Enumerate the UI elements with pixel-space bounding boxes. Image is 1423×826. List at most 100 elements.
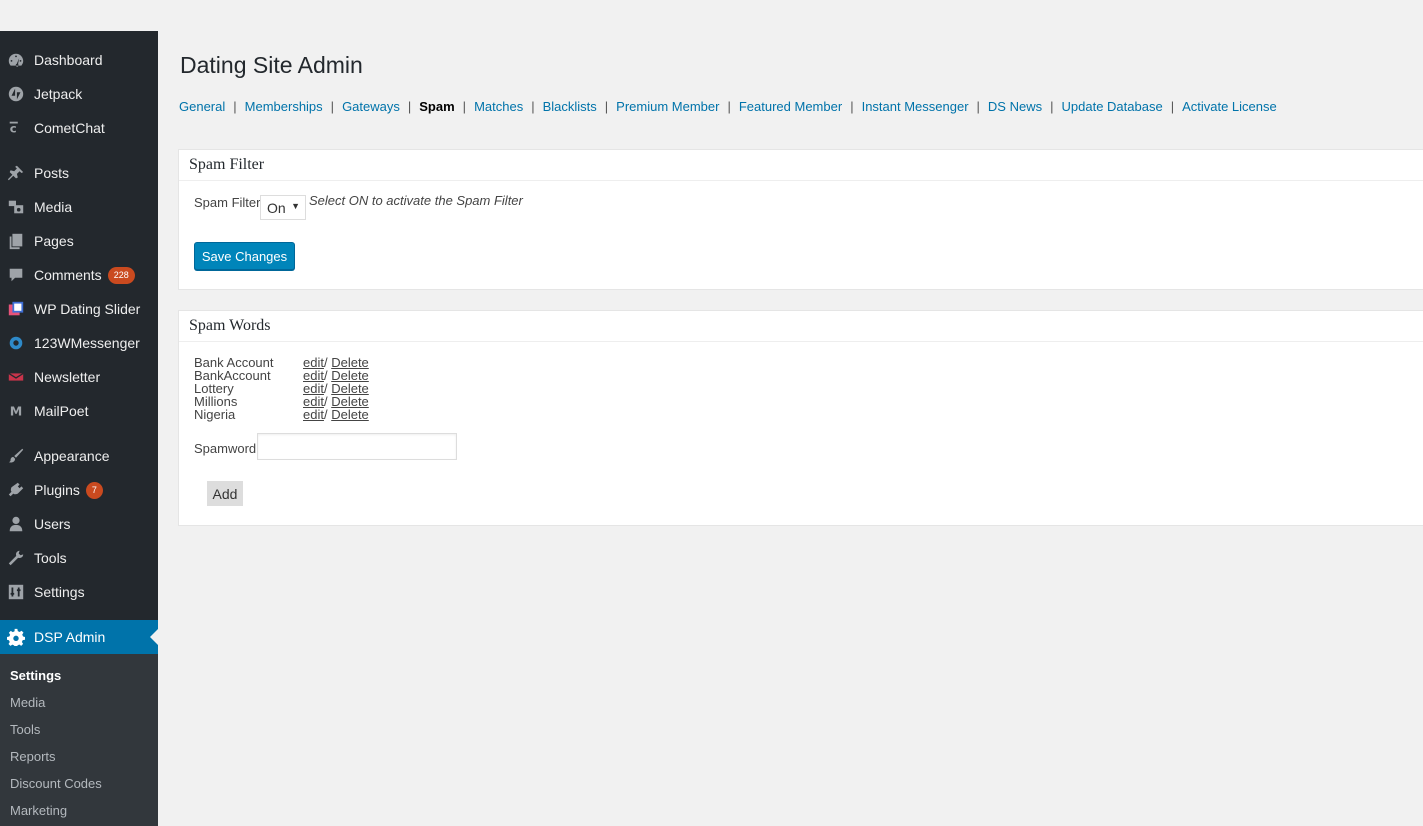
tab-instant-messenger[interactable]: Instant Messenger <box>862 99 969 114</box>
slider-icon <box>6 299 26 319</box>
sidebar-item-comments[interactable]: Comments 228 <box>0 258 158 292</box>
sidebar-item-label: Jetpack <box>34 86 83 102</box>
sidebar-item-cometchat[interactable]: c CometChat <box>0 111 158 145</box>
cometchat-icon: c <box>6 118 26 138</box>
edit-link[interactable]: edit <box>303 407 324 422</box>
submenu-item-discount-codes[interactable]: Discount Codes <box>10 776 102 791</box>
tab-premium-member[interactable]: Premium Member <box>616 99 719 114</box>
media-icon <box>6 197 26 217</box>
spam-filter-label: Spam Filter <box>194 195 261 210</box>
subnav-separator: | <box>727 99 731 114</box>
sidebar-item-dsp-admin[interactable]: DSP Admin <box>0 620 158 654</box>
submenu-item-reports[interactable]: Reports <box>10 749 56 764</box>
settings-icon <box>6 582 26 602</box>
spam-words-panel: Spam Words Bank Account edit/ Delete Ban… <box>178 310 1423 526</box>
subnav-separator: | <box>407 99 412 114</box>
tab-blacklists[interactable]: Blacklists <box>543 99 597 114</box>
spam-filter-select[interactable]: On ▼ <box>260 195 306 220</box>
sidebar-item-label: WP Dating Slider <box>34 301 141 317</box>
sidebar-item-label: 123WMessenger <box>34 335 140 351</box>
spam-word: Nigeria <box>194 407 236 422</box>
sidebar-item-label: Users <box>34 516 71 532</box>
svg-text:c: c <box>10 122 17 136</box>
admin-bar <box>0 0 1423 31</box>
page-title: Dating Site Admin <box>180 52 363 78</box>
sidebar-item-users[interactable]: Users <box>0 507 158 541</box>
tab-gateways[interactable]: Gateways <box>342 99 400 114</box>
save-changes-button[interactable]: Save Changes <box>194 242 295 270</box>
sidebar-item-jetpack[interactable]: Jetpack <box>0 77 158 111</box>
sidebar-item-mailpoet[interactable]: M MailPoet <box>0 394 158 428</box>
tab-activate-license[interactable]: Activate License <box>1182 99 1277 114</box>
add-button[interactable]: Add <box>207 481 243 506</box>
tab-featured-member[interactable]: Featured Member <box>739 99 842 114</box>
sidebar-item-wp-dating-slider[interactable]: WP Dating Slider <box>0 292 158 326</box>
sidebar-item-label: Appearance <box>34 448 110 464</box>
spam-filter-panel: Spam Filter Spam Filter On ▼ Select ON t… <box>178 149 1423 290</box>
sidebar-item-label: DSP Admin <box>34 629 106 645</box>
sidebar-item-settings[interactable]: Settings <box>0 575 158 609</box>
subnav-separator: | <box>976 99 980 114</box>
tab-general[interactable]: General <box>179 99 225 114</box>
newsletter-icon <box>6 367 26 387</box>
sidebar-item-label: Dashboard <box>34 52 103 68</box>
sidebar-item-plugins[interactable]: Plugins 7 <box>0 473 158 507</box>
admin-sidebar: Dashboard Jetpack c CometChat Posts Medi… <box>0 31 158 826</box>
tab-spam[interactable]: Spam <box>419 99 454 114</box>
sidebar-item-label: Media <box>34 199 73 215</box>
tab-matches[interactable]: Matches <box>474 99 523 114</box>
subnav-separator: | <box>1170 99 1175 114</box>
spam-filter-hint: Select ON to activate the Spam Filter <box>309 193 523 208</box>
sidebar-item-posts[interactable]: Posts <box>0 156 158 190</box>
sidebar-item-label: MailPoet <box>34 403 89 419</box>
sidebar-item-tools[interactable]: Tools <box>0 541 158 575</box>
tab-ds-news[interactable]: DS News <box>988 99 1042 114</box>
subnav-separator: | <box>850 99 854 114</box>
spamword-label: Spamword <box>194 441 257 456</box>
sidebar-item-label: Comments <box>34 267 102 283</box>
messenger-icon <box>6 333 26 353</box>
delete-link[interactable]: Delete <box>331 407 369 422</box>
sidebar-item-label: Settings <box>34 584 85 600</box>
subnav-separator: | <box>604 99 609 114</box>
comments-count-badge: 228 <box>107 266 135 284</box>
subnav-separator: | <box>1050 99 1054 114</box>
spam-words-heading: Spam Words <box>179 311 1423 342</box>
gear-icon <box>6 627 26 647</box>
subnav-separator: | <box>462 99 467 114</box>
sidebar-item-newsletter[interactable]: Newsletter <box>0 360 158 394</box>
sidebar-item-appearance[interactable]: Appearance <box>0 439 158 473</box>
mailpoet-icon: M <box>6 401 26 421</box>
dashboard-icon <box>6 50 26 70</box>
spamword-input[interactable] <box>257 433 457 460</box>
sidebar-item-label: CometChat <box>34 120 105 136</box>
dsp-admin-submenu: Settings Media Tools Reports Discount Co… <box>0 654 158 826</box>
pin-icon <box>6 163 26 183</box>
wrench-icon <box>6 548 26 568</box>
sidebar-item-media[interactable]: Media <box>0 190 158 224</box>
sidebar-item-label: Tools <box>34 550 67 566</box>
sidebar-item-123wmessenger[interactable]: 123WMessenger <box>0 326 158 360</box>
sidebar-item-label: Plugins <box>34 482 80 498</box>
user-icon <box>6 514 26 534</box>
sidebar-item-dashboard[interactable]: Dashboard <box>0 43 158 77</box>
spam-filter-selected-value: On <box>267 199 286 216</box>
chevron-down-icon: ▼ <box>291 201 300 211</box>
submenu-item-marketing[interactable]: Marketing <box>10 803 67 818</box>
tab-memberships[interactable]: Memberships <box>245 99 323 114</box>
subnav-separator: | <box>531 99 535 114</box>
spam-filter-heading: Spam Filter <box>179 150 1423 181</box>
jetpack-icon <box>6 84 26 104</box>
comment-icon <box>6 265 26 285</box>
tab-update-database[interactable]: Update Database <box>1062 99 1163 114</box>
sidebar-item-pages[interactable]: Pages <box>0 224 158 258</box>
submenu-item-settings[interactable]: Settings <box>10 668 61 683</box>
sidebar-item-label: Newsletter <box>34 369 101 385</box>
submenu-item-media[interactable]: Media <box>10 695 45 710</box>
subnav-separator: | <box>330 99 335 114</box>
plugins-update-badge: 7 <box>85 481 103 499</box>
submenu-item-tools[interactable]: Tools <box>10 722 40 737</box>
plugin-icon <box>6 480 26 500</box>
sidebar-item-label: Pages <box>34 233 74 249</box>
subnav-separator: | <box>233 99 237 114</box>
